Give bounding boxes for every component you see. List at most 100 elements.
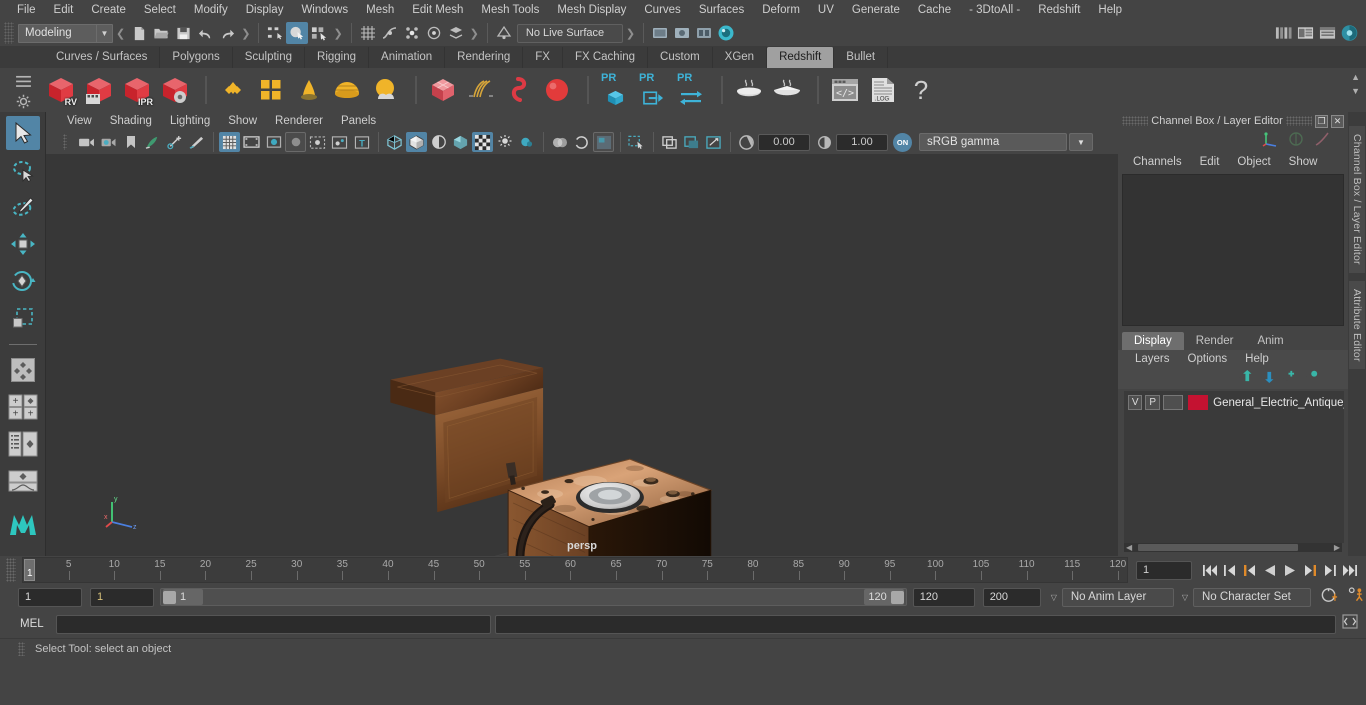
- viewport-menu-show[interactable]: Show: [219, 115, 266, 127]
- layer-type-swatch[interactable]: [1162, 395, 1184, 410]
- current-time-indicator[interactable]: 1: [24, 559, 35, 581]
- menu-curves[interactable]: Curves: [635, 0, 689, 20]
- shelf-tab-animation[interactable]: Animation: [369, 47, 446, 68]
- shelf-tab-fx-caching[interactable]: FX Caching: [562, 47, 649, 68]
- shelf-button-redshift-material[interactable]: [216, 73, 250, 107]
- snap-view-plane-icon[interactable]: [445, 22, 467, 44]
- viewport-menu-renderer[interactable]: Renderer: [266, 115, 332, 127]
- select-by-hierarchy-icon[interactable]: [264, 22, 286, 44]
- anim-layer-dropdown-arrow-icon[interactable]: ▽: [1051, 593, 1057, 602]
- playback-start-time-field[interactable]: 1: [90, 587, 154, 607]
- shelf-button-redshift-material-blender[interactable]: [254, 73, 288, 107]
- scroll-left-icon[interactable]: ◀: [1126, 543, 1132, 552]
- layer-tab-render[interactable]: Render: [1184, 332, 1246, 350]
- color-management-selector[interactable]: sRGB gamma: [919, 133, 1067, 151]
- range-end-knob[interactable]: [890, 590, 904, 604]
- channel-menu-show[interactable]: Show: [1280, 156, 1327, 168]
- viewport-menu-panels[interactable]: Panels: [332, 115, 385, 127]
- shelf-tab-fx[interactable]: FX: [523, 47, 563, 68]
- xray-joints-icon[interactable]: [681, 132, 702, 152]
- undo-icon[interactable]: [194, 22, 216, 44]
- shaded-wireframe-icon[interactable]: [428, 132, 449, 152]
- shelf-scroll-down-icon[interactable]: ▼: [1351, 86, 1360, 96]
- shelf-settings-gear-icon[interactable]: [14, 92, 32, 110]
- exposure-icon[interactable]: [736, 132, 757, 152]
- layer-menu-layers[interactable]: Layers: [1126, 353, 1179, 365]
- toggle-tool-settings-icon[interactable]: [1316, 22, 1338, 44]
- viewport-aa-icon[interactable]: [307, 132, 328, 152]
- layout-four-view-icon[interactable]: [6, 353, 40, 387]
- current-frame-field[interactable]: 1: [1136, 560, 1192, 580]
- snap-curve-icon[interactable]: [379, 22, 401, 44]
- scroll-right-icon[interactable]: ▶: [1334, 543, 1340, 552]
- step-forward-keyframe-icon[interactable]: [1320, 559, 1340, 581]
- shelf-tab-rigging[interactable]: Rigging: [305, 47, 370, 68]
- menu-edit[interactable]: Edit: [45, 0, 83, 20]
- layer-menu-help[interactable]: Help: [1236, 353, 1278, 365]
- viewport-menu-lighting[interactable]: Lighting: [161, 115, 219, 127]
- channel-menu-channels[interactable]: Channels: [1124, 156, 1191, 168]
- menu-mesh-tools[interactable]: Mesh Tools: [472, 0, 548, 20]
- viewport-3d-canvas[interactable]: y z x persp: [46, 154, 1118, 556]
- shelf-tab-redshift[interactable]: Redshift: [767, 47, 835, 68]
- shelf-button-redshift-bake-set[interactable]: [732, 73, 766, 107]
- make-live-icon[interactable]: [493, 22, 515, 44]
- snap-point-icon[interactable]: [401, 22, 423, 44]
- render-settings-icon[interactable]: [693, 22, 715, 44]
- animation-end-time-field[interactable]: 200: [982, 587, 1041, 607]
- shelf-button-redshift-pr-transfer[interactable]: PR: [674, 72, 708, 107]
- command-result-field[interactable]: [495, 614, 1336, 634]
- shelf-button-redshift-render-settings[interactable]: [158, 73, 192, 107]
- time-slider-track[interactable]: 1 5 10 15 20 25 30 35 40 45 50 55 60 65 70 75 80 85 90 95 1…: [22, 557, 1128, 583]
- rotate-tool-icon[interactable]: [6, 264, 40, 298]
- textured-shading-icon[interactable]: [450, 132, 471, 152]
- shelf-button-redshift-proxy[interactable]: [426, 73, 460, 107]
- render-current-frame-icon[interactable]: [649, 22, 671, 44]
- layer-tab-anim[interactable]: Anim: [1245, 332, 1295, 350]
- add-new-layer-icon[interactable]: [1281, 370, 1296, 388]
- select-camera-icon[interactable]: [76, 132, 97, 152]
- collapse-handle-4[interactable]: ❯: [467, 27, 482, 40]
- gamma-icon[interactable]: [814, 132, 835, 152]
- scroll-thumb[interactable]: [1138, 544, 1298, 551]
- live-surface-field[interactable]: No Live Surface: [516, 23, 623, 43]
- channel-menu-object[interactable]: Object: [1228, 156, 1279, 168]
- anim-layer-selector[interactable]: No Anim Layer: [1061, 587, 1174, 607]
- range-start-knob[interactable]: [163, 590, 176, 604]
- channel-box-content[interactable]: [1122, 174, 1344, 326]
- panel-grip[interactable]: [1122, 116, 1148, 126]
- menu-edit-mesh[interactable]: Edit Mesh: [403, 0, 472, 20]
- range-slider-track[interactable]: 1 120: [160, 588, 907, 606]
- layout-two-pane-icon[interactable]: + + +: [6, 390, 40, 424]
- exposure-field[interactable]: 0.00: [758, 133, 810, 151]
- channel-menu-edit[interactable]: Edit: [1191, 156, 1229, 168]
- snap-grid-icon[interactable]: [357, 22, 379, 44]
- range-end-handle[interactable]: 120: [863, 589, 904, 605]
- shape-node-icon[interactable]: [1314, 131, 1330, 152]
- shelf-button-redshift-ipr[interactable]: IPR: [120, 73, 154, 107]
- paint-effects-icon[interactable]: [186, 132, 207, 152]
- menu-windows[interactable]: Windows: [292, 0, 357, 20]
- layer-list[interactable]: V P General_Electric_Antique_: [1124, 390, 1344, 543]
- script-editor-icon[interactable]: [1342, 614, 1358, 634]
- shelf-button-redshift-physical-sun[interactable]: [368, 73, 402, 107]
- status-line-grip[interactable]: [4, 22, 14, 44]
- close-panel-icon[interactable]: ✕: [1331, 114, 1344, 128]
- layer-visibility-toggle[interactable]: V: [1128, 395, 1143, 410]
- open-scene-icon[interactable]: [150, 22, 172, 44]
- layer-playback-toggle[interactable]: P: [1145, 395, 1160, 410]
- film-gate-icon[interactable]: [241, 132, 262, 152]
- shelf-button-redshift-bake-render[interactable]: [770, 73, 804, 107]
- scale-tool-icon[interactable]: [6, 301, 40, 335]
- menu-file[interactable]: File: [8, 0, 45, 20]
- menu-mesh-display[interactable]: Mesh Display: [548, 0, 635, 20]
- menu-modify[interactable]: Modify: [185, 0, 237, 20]
- step-back-keyframe-icon[interactable]: [1220, 559, 1240, 581]
- side-tab-attribute-editor[interactable]: Attribute Editor: [1349, 280, 1365, 370]
- viewport-grip[interactable]: [54, 132, 75, 152]
- layer-menu-options[interactable]: Options: [1179, 353, 1237, 365]
- viewport-gamma-icon[interactable]: [593, 132, 614, 152]
- collapse-handle-5[interactable]: ❯: [623, 27, 638, 40]
- select-by-component-icon[interactable]: [308, 22, 330, 44]
- layer-row[interactable]: V P General_Electric_Antique_: [1124, 394, 1344, 412]
